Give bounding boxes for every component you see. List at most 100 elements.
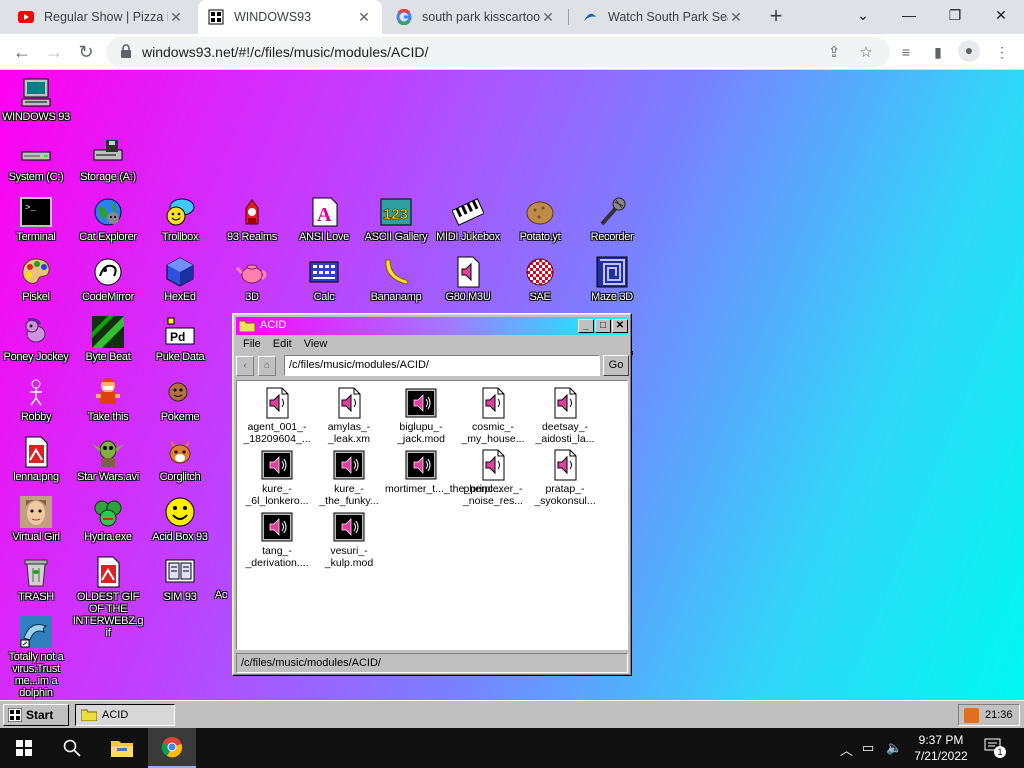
chevron-up-icon[interactable]: ︿ xyxy=(840,740,853,759)
close-window-button[interactable]: ✕ xyxy=(978,0,1024,30)
file-item[interactable]: agent_001_-_18209604_... xyxy=(241,387,313,445)
notification-icon[interactable]: 1 xyxy=(984,738,1006,758)
file-item[interactable]: vesuri_-_kulp.mod xyxy=(313,511,385,569)
chrome-taskbar-icon[interactable] xyxy=(148,728,196,768)
desktop-icon-piskel[interactable]: Piskel xyxy=(0,256,72,303)
url-text[interactable]: windows93.net/#!/c/files/music/modules/A… xyxy=(142,44,428,60)
search-icon[interactable] xyxy=(48,728,96,768)
desktop-icon-terminal[interactable]: >_ Terminal xyxy=(0,196,72,243)
file-item[interactable]: pratap_-_syokonsul... xyxy=(529,449,601,507)
go-button[interactable]: Go xyxy=(603,355,629,376)
forward-arrow-icon[interactable]: → xyxy=(40,38,68,66)
desktop-icon-storage-a[interactable]: Storage (A:) xyxy=(72,136,144,183)
desktop-icon-virtual-girl[interactable]: Virtual Girl xyxy=(0,496,72,543)
desktop-icon-potato-yt[interactable]: Potato.yt xyxy=(504,196,576,243)
file-name: kure_-_the_funky... xyxy=(319,483,379,507)
menu-view[interactable]: View xyxy=(304,338,328,354)
close-tab-icon[interactable]: ✕ xyxy=(540,9,556,26)
file-explorer-icon[interactable] xyxy=(98,728,146,768)
desktop-icon-hexed[interactable]: HexEd xyxy=(144,256,216,303)
start-button[interactable]: Start xyxy=(3,704,69,726)
windows-start-icon[interactable] xyxy=(0,728,48,768)
desktop-icon-oldest-gif[interactable]: OLDEST GIF OF THE INTERWEBZ.gif xyxy=(72,556,144,639)
desktop-icon-dolphin[interactable]: Totally not a virus.Trust me...im a dolp… xyxy=(0,616,72,699)
address-bar[interactable]: windows93.net/#!/c/files/music/modules/A… xyxy=(106,37,890,67)
desktop-icon-robby[interactable]: Robby xyxy=(0,376,72,423)
window-titlebar[interactable]: ACID _ □ ✕ xyxy=(236,317,628,335)
tab-regular-show[interactable]: Regular Show | Pizza Pu ✕ xyxy=(8,0,194,34)
file-item[interactable]: kure_-_6l_lonkero... xyxy=(241,449,313,507)
file-item[interactable]: kure_-_the_funky... xyxy=(313,449,385,507)
desktop-icon-pokeme[interactable]: Pokeme xyxy=(144,376,216,423)
desktop-icon-acid-box-93[interactable]: Acid Box 93 xyxy=(144,496,216,543)
desktop-icon-midi-jukebox[interactable]: MIDI Jukebox xyxy=(432,196,504,243)
back-button[interactable]: ‹ xyxy=(236,356,254,376)
file-item[interactable]: amylas_-_leak.xm xyxy=(313,387,385,445)
path-input[interactable]: /c/files/music/modules/ACID/ xyxy=(284,355,600,376)
window-maximize-button[interactable]: □ xyxy=(595,319,611,333)
home-button[interactable]: ⌂ xyxy=(258,356,276,376)
desktop-icon-hydra-exe[interactable]: Hydra.exe xyxy=(72,496,144,543)
desktop-icon-trash[interactable]: TRASH xyxy=(0,556,72,603)
maximize-button[interactable]: ❐ xyxy=(932,0,978,30)
reload-icon[interactable]: ↻ xyxy=(72,38,100,66)
tab-search-button[interactable]: ⌄ xyxy=(840,0,886,30)
media-control-icon[interactable]: ≡ xyxy=(896,42,916,62)
back-arrow-icon[interactable]: ← xyxy=(8,38,36,66)
desktop-icon-lenna-png[interactable]: lenna.png xyxy=(0,436,72,483)
network-icon[interactable]: ▭ xyxy=(862,740,874,756)
file-item[interactable]: mortimer_t..._the_princ... xyxy=(385,449,502,495)
desktop-icon-recorder[interactable]: Recorder xyxy=(576,196,648,243)
desktop-icon-star-wars[interactable]: Star Wars.avi xyxy=(72,436,144,483)
notification-badge: 1 xyxy=(994,746,1006,758)
window-minimize-button[interactable]: _ xyxy=(578,319,594,333)
desktop-icon-trollbox[interactable]: Trollbox xyxy=(144,196,216,243)
desktop-icon-sae[interactable]: SAE xyxy=(504,256,576,303)
task-button-acid[interactable]: ACID xyxy=(75,704,175,726)
close-tab-icon[interactable]: ✕ xyxy=(356,9,372,26)
desktop-icon-puke-data[interactable]: Pd Puke Data xyxy=(144,316,216,363)
new-tab-button[interactable]: + xyxy=(764,5,788,29)
profile-avatar-icon[interactable]: ● xyxy=(958,40,980,62)
menu-file[interactable]: File xyxy=(243,338,261,354)
side-panel-icon[interactable]: ▮ xyxy=(928,42,948,62)
desktop-icon-bananamp[interactable]: Bananamp xyxy=(360,256,432,303)
file-item[interactable]: tang_-_derivation.... xyxy=(241,511,313,569)
desktop-icon-corglitch[interactable]: Corglitch xyxy=(144,436,216,483)
menu-edit[interactable]: Edit xyxy=(273,338,292,354)
desktop-icon-ansi-love[interactable]: A ANSI Love xyxy=(288,196,360,243)
close-tab-icon[interactable]: ✕ xyxy=(728,9,744,26)
desktop-icon-byte-beat[interactable]: Byte Beat xyxy=(72,316,144,363)
tab-south-park-kisscartoon[interactable]: south park kisscartoon ✕ xyxy=(386,0,566,34)
desktop-icon-ascii-gallery[interactable]: 123 ASCII Gallery xyxy=(360,196,432,243)
file-item[interactable]: biglupu_-_jack.mod xyxy=(385,387,457,445)
tab-windows93[interactable]: WINDOWS93 ✕ xyxy=(198,0,382,34)
window-close-button[interactable]: ✕ xyxy=(612,319,628,333)
desktop-icon-system-c[interactable]: System (C:) xyxy=(0,136,72,183)
file-item[interactable]: pherplexer_-_noise_res... xyxy=(457,449,529,507)
system-clock[interactable]: 9:37 PM 7/21/2022 xyxy=(908,732,974,764)
bookmark-star-icon[interactable]: ☆ xyxy=(856,43,876,63)
lock-icon[interactable] xyxy=(120,44,132,58)
rss-icon[interactable] xyxy=(964,708,979,723)
desktop-icon-g80-m3u[interactable]: G80.M3U xyxy=(432,256,504,303)
desktop-icon-maze-3d[interactable]: Maze 3D xyxy=(576,256,648,303)
tab-watch-south-park[interactable]: Watch South Park Seas ✕ xyxy=(572,0,754,34)
menu-kebab-icon[interactable]: ⋮ xyxy=(992,42,1012,62)
minimize-button[interactable]: — xyxy=(886,0,932,30)
desktop-icon-codemirror[interactable]: CodeMirror xyxy=(72,256,144,303)
desktop-icon-windows93[interactable]: WINDOWS 93 xyxy=(0,76,72,123)
volume-icon[interactable]: 🔈 xyxy=(886,740,902,756)
desktop-icon-calc[interactable]: Calc xyxy=(288,256,360,303)
desktop-icon-93-realms[interactable]: 93 Realms xyxy=(216,196,288,243)
desktop-icon-take-this[interactable]: Take this xyxy=(72,376,144,423)
music-file-icon xyxy=(452,256,484,288)
explorer-window[interactable]: ACID _ □ ✕ File Edit View ‹ ⌂ /c/files/m… xyxy=(232,313,632,676)
file-item[interactable]: deetsay_-_aidosti_la... xyxy=(529,387,601,445)
file-item[interactable]: cosmic_-_my_house... xyxy=(457,387,529,445)
desktop-icon-3d[interactable]: 3D xyxy=(216,256,288,303)
close-tab-icon[interactable]: ✕ xyxy=(168,9,184,26)
desktop-icon-poney-jockey[interactable]: Poney Jockey xyxy=(0,316,72,363)
desktop-icon-cat-explorer[interactable]: Cat Explorer xyxy=(72,196,144,243)
share-icon[interactable]: ⇪ xyxy=(824,43,844,63)
